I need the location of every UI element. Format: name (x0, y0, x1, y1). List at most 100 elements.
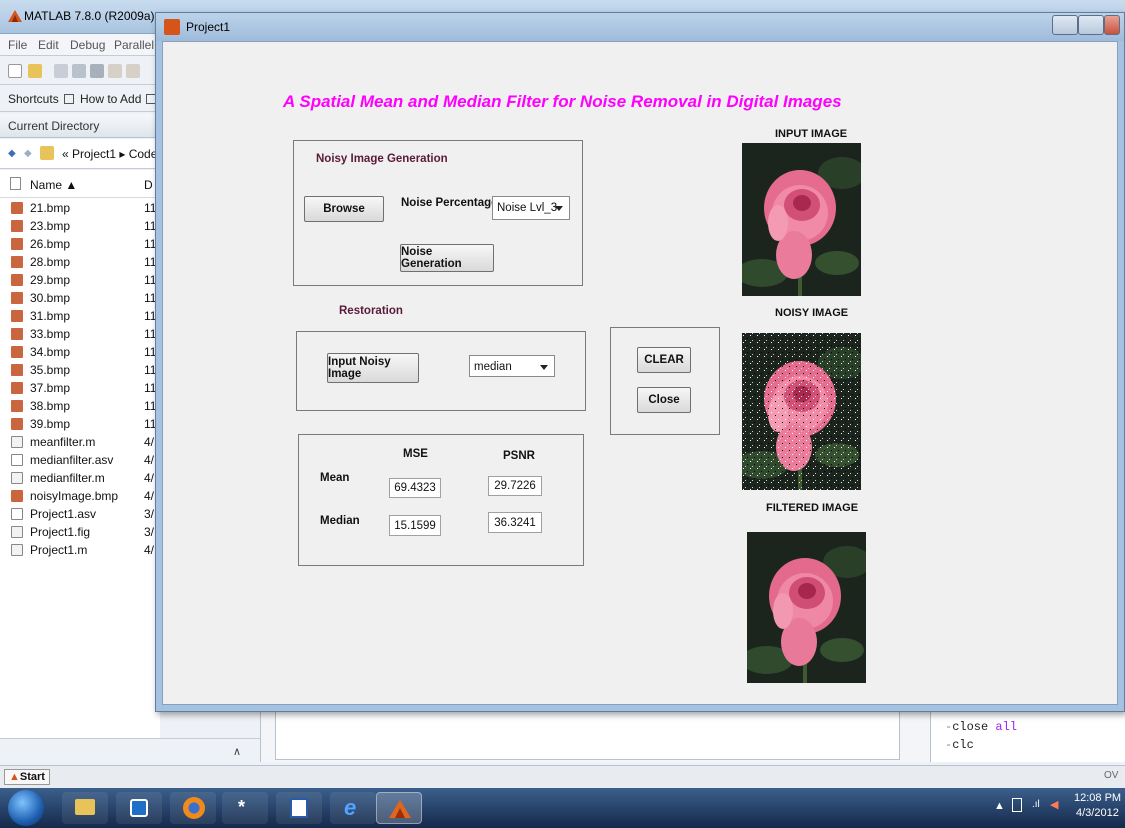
shortcuts-label[interactable]: Shortcuts (8, 92, 59, 106)
paste-icon[interactable] (90, 64, 104, 78)
undo-icon[interactable] (108, 64, 122, 78)
windows-start-icon[interactable] (8, 790, 44, 826)
file-name: 26.bmp (30, 237, 71, 251)
file-date: 3/ (144, 525, 155, 539)
input-noisy-image-button[interactable]: Input Noisy Image (327, 353, 419, 383)
name-column-header[interactable]: Name ▲ (30, 178, 77, 192)
mean-psnr-field[interactable]: 29.7226 (488, 476, 542, 496)
noise-level-select[interactable]: Noise Lvl_3 (492, 196, 570, 220)
file-list-item[interactable]: 29.bmp 11 (0, 271, 160, 289)
filter-type-select[interactable]: median (469, 355, 555, 377)
redo-icon[interactable] (126, 64, 140, 78)
tray-arrow-icon[interactable]: ▲ (994, 800, 1005, 812)
address-bar[interactable]: ◆ ◆ « Project1 ▸ Code (0, 139, 160, 169)
signal-icon[interactable]: .ıl (1032, 799, 1040, 810)
image-file-icon (11, 202, 23, 214)
explorer-icon[interactable] (62, 792, 108, 824)
bluetooth-icon[interactable]: * (222, 792, 268, 824)
open-folder-icon[interactable] (28, 64, 42, 78)
menu-file[interactable]: File (8, 38, 27, 52)
file-list-item[interactable]: 33.bmp 11 (0, 325, 160, 343)
document-file-icon (11, 526, 23, 538)
file-list-item[interactable]: 35.bmp 11 (0, 361, 160, 379)
internet-explorer-icon[interactable]: e (330, 792, 376, 824)
file-list-item[interactable]: medianfilter.asv 4/ (0, 451, 160, 469)
median-psnr-field[interactable]: 36.3241 (488, 512, 542, 533)
file-date: 4/ (144, 489, 155, 503)
menu-debug[interactable]: Debug (70, 38, 105, 52)
forward-arrow-icon[interactable]: ◆ (24, 148, 32, 159)
noise-generation-button[interactable]: Noise Generation (400, 244, 494, 272)
file-list-item[interactable]: 31.bmp 11 (0, 307, 160, 325)
window-controls (1052, 15, 1122, 35)
file-list-item[interactable]: 23.bmp 11 (0, 217, 160, 235)
file-list-item[interactable]: 34.bmp 11 (0, 343, 160, 361)
clock-time[interactable]: 12:08 PM (1074, 792, 1121, 804)
file-list-item[interactable]: 37.bmp 11 (0, 379, 160, 397)
noisy-image-generation-panel: Noisy Image Generation Browse Noise Perc… (293, 140, 583, 286)
menu-edit[interactable]: Edit (38, 38, 59, 52)
file-list-item[interactable]: Project1.asv 3/ (0, 505, 160, 523)
file-list-item[interactable]: 26.bmp 11 (0, 235, 160, 253)
firefox-icon[interactable] (170, 792, 216, 824)
project1-title-bar[interactable]: Project1 (156, 13, 1124, 41)
matlab-taskbar-icon[interactable] (376, 792, 422, 824)
matlab-logo-icon: ▲ (9, 771, 20, 783)
outlook-icon[interactable] (116, 792, 162, 824)
browse-button[interactable]: Browse (304, 196, 384, 222)
controls-panel: CLEAR Close (610, 327, 720, 435)
file-list-item[interactable]: 28.bmp 11 (0, 253, 160, 271)
close-button[interactable]: Close (637, 387, 691, 413)
scroll-up-icon[interactable]: ∧ (233, 745, 241, 758)
history-item[interactable]: -close all (945, 720, 1017, 734)
file-date: 4/ (144, 453, 155, 467)
clear-button[interactable]: CLEAR (637, 347, 691, 373)
howto-label[interactable]: How to Add (80, 92, 141, 106)
copy-icon[interactable] (72, 64, 86, 78)
rose-image (742, 333, 861, 490)
file-list-item[interactable]: Project1.fig 3/ (0, 523, 160, 541)
document-file-icon (11, 472, 23, 484)
matlab-title-text: MATLAB 7.8.0 (R2009a) (24, 9, 155, 23)
file-list-item[interactable]: 21.bmp 11 (0, 199, 160, 217)
word-icon[interactable] (276, 792, 322, 824)
command-window[interactable] (275, 708, 900, 760)
volume-icon[interactable]: ◀ (1050, 798, 1058, 811)
new-file-icon[interactable] (8, 64, 22, 78)
file-name: 29.bmp (30, 273, 71, 287)
shortcuts-bar: Shortcuts How to Add (0, 86, 160, 112)
noise-percentage-label: Noise Percentage (401, 197, 498, 209)
matlab-start-button[interactable]: ▲Start (4, 769, 50, 785)
image-file-icon (11, 292, 23, 304)
menu-parallel[interactable]: Parallel (114, 38, 154, 52)
clock-date[interactable]: 4/3/2012 (1076, 807, 1119, 819)
file-list-item[interactable]: noisyImage.bmp 4/ (0, 487, 160, 505)
maximize-button[interactable] (1078, 15, 1104, 35)
file-list-item[interactable]: medianfilter.m 4/ (0, 469, 160, 487)
file-name: 21.bmp (30, 201, 71, 215)
close-window-button[interactable] (1104, 15, 1120, 35)
median-mse-field[interactable]: 15.1599 (389, 515, 441, 536)
file-list-item[interactable]: 30.bmp 11 (0, 289, 160, 307)
network-icon[interactable] (1012, 798, 1022, 812)
file-list: 21.bmp 11 23.bmp 11 26.bmp 11 28.bmp 11 29.bmp 11… (0, 198, 160, 738)
mean-mse-field[interactable]: 69.4323 (389, 478, 441, 498)
image-file-icon (11, 256, 23, 268)
file-list-item[interactable]: meanfilter.m 4/ (0, 433, 160, 451)
file-list-item[interactable]: Project1.m 4/ (0, 541, 160, 559)
document-file-icon (11, 508, 23, 520)
breadcrumb[interactable]: « Project1 ▸ Code (62, 147, 157, 161)
file-name: 28.bmp (30, 255, 71, 269)
minimize-button[interactable] (1052, 15, 1078, 35)
date-column-header[interactable]: D (144, 178, 153, 192)
file-name: 38.bmp (30, 399, 71, 413)
file-list-item[interactable]: 39.bmp 11 (0, 415, 160, 433)
history-item[interactable]: -clc (945, 738, 974, 752)
file-list-item[interactable]: 38.bmp 11 (0, 397, 160, 415)
back-arrow-icon[interactable]: ◆ (8, 148, 16, 159)
cut-icon[interactable] (54, 64, 68, 78)
image-file-icon (11, 310, 23, 322)
file-date: 4/ (144, 543, 155, 557)
start-label: Start (19, 771, 45, 783)
file-name: 35.bmp (30, 363, 71, 377)
